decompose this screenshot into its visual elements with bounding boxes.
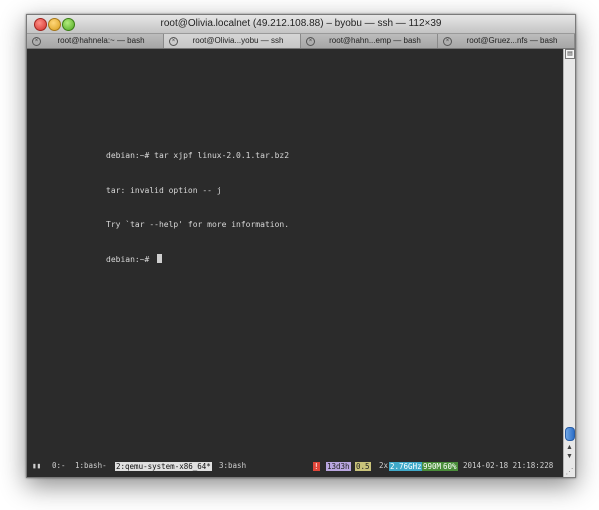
terminal-output: debian:~# tar xjpf linux-2.0.1.tar.bz2 t… [106,127,289,288]
byobu-status-bar: ▮▮ 0:- 1:bash- 2:qemu-system-x86_64* 3:b… [27,459,563,473]
vertical-scrollbar[interactable]: ▤ ▲ ▼ [563,49,575,477]
cpu-count: 2x [379,461,389,470]
title-bar[interactable]: root@Olivia.localnet (49.212.108.88) – b… [27,15,575,34]
tab-hahn-bash[interactable]: × root@hahn...emp — bash [301,34,438,48]
tab-bar: × root@hahnela:~ — bash × root@Olivia...… [27,34,575,49]
prompt-text: debian:~# [106,254,155,264]
alert-badge: ! [313,462,320,471]
close-tab-icon[interactable]: × [306,37,315,46]
scrollbar-thumb[interactable] [565,427,575,441]
memory-percent-badge: 60% [442,462,458,471]
tab-label: root@hahnela:~ — bash [57,36,145,45]
terminal-prompt-line: debian:~# [106,253,289,266]
tab-olivia-ssh[interactable]: × root@Olivia...yobu — ssh [164,34,301,48]
terminal-line: Try `tar --help' for more information. [106,220,290,229]
memory-badge: 990M [422,462,443,471]
close-tab-icon[interactable]: × [169,37,178,46]
terminal-line: debian:~# tar xjpf linux-2.0.1.tar.bz2 [106,151,290,160]
scroll-down-arrow-icon[interactable]: ▼ [564,452,575,462]
window-0: 0:- [52,461,66,470]
tab-label: root@Olivia...yobu — ssh [192,36,284,45]
close-tab-icon[interactable]: × [32,37,41,46]
tab-hahnela-bash[interactable]: × root@hahnela:~ — bash [27,34,164,48]
tab-label: root@hahn...emp — bash [329,36,421,45]
cpu-frequency-badge: 2.76GHz [389,462,423,471]
tab-label: root@Gruez...nfs — bash [466,36,558,45]
date-time: 2014-02-18 21:18:228 [463,461,554,470]
cursor [157,253,163,263]
tab-gruez-bash[interactable]: × root@Gruez...nfs — bash [438,34,575,48]
scroll-top-icon[interactable]: ▤ [565,49,575,59]
uptime-badge: 13d3h [326,462,351,471]
window-1: 1:bash- [75,461,107,470]
terminal-line: tar: invalid option -- j [106,185,222,195]
resize-grip-icon[interactable]: ⋰ [564,466,575,477]
pause-icon: ▮▮ [32,461,42,470]
close-tab-icon[interactable]: × [443,37,452,46]
window-2-selected: 2:qemu-system-x86_64* [115,462,212,471]
window-title: root@Olivia.localnet (49.212.108.88) – b… [160,18,442,29]
terminal-window: root@Olivia.localnet (49.212.108.88) – b… [26,14,576,478]
terminal-area[interactable]: debian:~# tar xjpf linux-2.0.1.tar.bz2 t… [27,49,563,463]
load-badge: 0.5 [355,462,371,471]
window-3: 3:bash [219,461,247,470]
